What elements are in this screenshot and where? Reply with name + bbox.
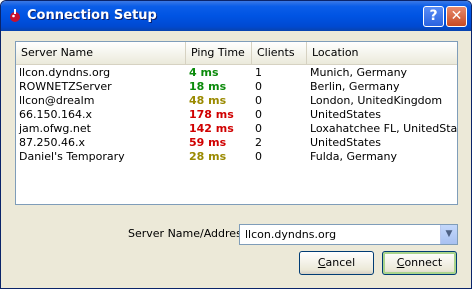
location-cell: Fulda, Germany <box>310 150 398 163</box>
ping-cell: 28 ms <box>189 150 227 163</box>
column-header-clients[interactable]: Clients <box>252 42 307 64</box>
column-header-ping-time[interactable]: Ping Time <box>186 42 252 64</box>
help-button[interactable]: ? <box>423 6 444 27</box>
ping-cell: 59 ms <box>189 136 227 149</box>
ping-cell: 18 ms <box>189 80 227 93</box>
server-list[interactable]: Server Name Ping Time Clients Location l… <box>15 41 458 205</box>
clients-cell: 0 <box>255 122 262 135</box>
column-header-location[interactable]: Location <box>307 42 457 64</box>
server-name-cell: 66.150.164.x <box>19 108 92 121</box>
column-header-server-name[interactable]: Server Name <box>16 42 186 64</box>
window-title: Connection Setup <box>27 8 157 23</box>
cancel-mnemonic: C <box>317 256 326 269</box>
clients-cell: 1 <box>255 66 262 79</box>
server-name-cell: Daniel's Temporary <box>19 150 125 163</box>
location-cell: Berlin, Germany <box>310 80 400 93</box>
server-address-value[interactable]: llcon.dyndns.org <box>245 228 336 241</box>
server-name-cell: ROWNETZServer <box>19 80 112 93</box>
table-row[interactable]: 87.250.46.x 59 ms 2 UnitedStates <box>16 136 457 150</box>
table-row[interactable]: 66.150.164.x 178 ms 0 UnitedStates <box>16 108 457 122</box>
server-name-cell: llcon@drealm <box>19 94 95 107</box>
connect-label: onnect <box>404 256 443 269</box>
server-address-combobox[interactable]: llcon.dyndns.org ▼ <box>239 224 458 245</box>
clients-cell: 0 <box>255 94 262 107</box>
ping-cell: 178 ms <box>189 108 234 121</box>
table-row[interactable]: ROWNETZServer 18 ms 0 Berlin, Germany <box>16 80 457 94</box>
location-cell: UnitedStates <box>310 108 381 121</box>
title-bar[interactable]: Connection Setup ? ✕ <box>1 1 471 31</box>
location-cell: Loxahatchee FL, UnitedStat... <box>310 122 457 135</box>
close-button[interactable]: ✕ <box>446 6 467 27</box>
server-name-cell: llcon.dyndns.org <box>19 66 111 79</box>
cancel-label: ancel <box>325 256 356 269</box>
dropdown-arrow-icon[interactable]: ▼ <box>440 225 457 244</box>
cancel-button[interactable]: Cancel <box>299 251 374 275</box>
table-row[interactable]: jam.ofwg.net 142 ms 0 Loxahatchee FL, Un… <box>16 122 457 136</box>
server-list-header: Server Name Ping Time Clients Location <box>16 42 457 65</box>
clients-cell: 0 <box>255 80 262 93</box>
ping-cell: 142 ms <box>189 122 234 135</box>
location-cell: UnitedStates <box>310 136 381 149</box>
server-name-cell: 87.250.46.x <box>19 136 85 149</box>
connect-button[interactable]: Connect <box>382 251 457 275</box>
ping-cell: 48 ms <box>189 94 227 107</box>
table-row[interactable]: llcon.dyndns.org 4 ms 1 Munich, Germany <box>16 66 457 80</box>
table-row[interactable]: Daniel's Temporary 28 ms 0 Fulda, German… <box>16 150 457 164</box>
ping-cell: 4 ms <box>189 66 219 79</box>
connection-setup-dialog: Connection Setup ? ✕ Server Name Ping Ti… <box>0 0 472 289</box>
clients-cell: 0 <box>255 108 262 121</box>
server-name-cell: jam.ofwg.net <box>19 122 91 135</box>
location-cell: London, UnitedKingdom <box>310 94 443 107</box>
app-icon <box>10 9 20 22</box>
clients-cell: 0 <box>255 150 262 163</box>
clients-cell: 2 <box>255 136 262 149</box>
table-row[interactable]: llcon@drealm 48 ms 0 London, UnitedKingd… <box>16 94 457 108</box>
location-cell: Munich, Germany <box>310 66 408 79</box>
server-address-label: Server Name/Address <box>128 227 248 240</box>
